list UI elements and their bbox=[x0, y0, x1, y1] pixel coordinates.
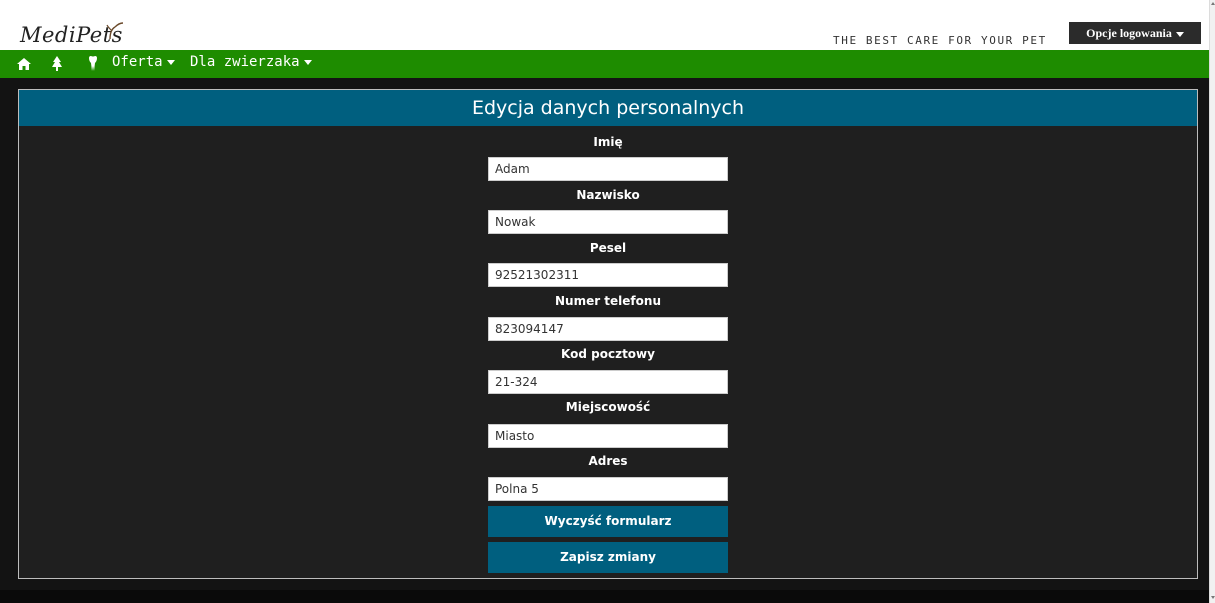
site-logo[interactable]: MediPets bbox=[20, 22, 124, 47]
postal-code-label: Kod pocztowy bbox=[561, 347, 655, 361]
phone-number-input[interactable]: 823094147 bbox=[488, 317, 728, 341]
pesel-label: Pesel bbox=[589, 241, 627, 255]
city-label: Miejscowość bbox=[565, 400, 651, 414]
city-input[interactable]: Miasto bbox=[488, 424, 728, 448]
address-input[interactable]: Polna 5 bbox=[488, 477, 728, 501]
page-footer bbox=[0, 590, 1209, 603]
nav-item-oferta-label: Oferta bbox=[112, 54, 163, 70]
nav-item-dla-zwierzaka[interactable]: Dla zwierzaka bbox=[190, 54, 312, 70]
tooth-icon[interactable] bbox=[88, 56, 98, 71]
home-icon[interactable] bbox=[17, 58, 31, 70]
first-name-label: Imię bbox=[593, 135, 623, 149]
first-name-input[interactable]: Adam bbox=[488, 157, 728, 181]
sprout-icon bbox=[106, 22, 124, 40]
site-tagline: THE BEST CARE FOR YOUR PET bbox=[833, 34, 1047, 47]
postal-code-input[interactable]: 21-324 bbox=[488, 370, 728, 394]
last-name-input[interactable]: Nowak bbox=[488, 210, 728, 234]
clear-form-button[interactable]: Wyczyść formularz bbox=[488, 506, 728, 537]
vertical-scrollbar[interactable] bbox=[1209, 0, 1215, 603]
nav-item-dla-zwierzaka-label: Dla zwierzaka bbox=[190, 54, 300, 70]
pesel-input[interactable]: 92521302311 bbox=[488, 263, 728, 287]
chevron-down-icon bbox=[1175, 31, 1184, 37]
chevron-down-icon bbox=[166, 59, 175, 65]
chevron-down-icon bbox=[303, 59, 312, 65]
last-name-label: Nazwisko bbox=[576, 188, 640, 202]
save-changes-button[interactable]: Zapisz zmiany bbox=[488, 542, 728, 573]
page-title: Edycja danych personalnych bbox=[19, 90, 1197, 126]
nav-item-oferta[interactable]: Oferta bbox=[112, 54, 175, 70]
site-header: MediPets THE BEST CARE FOR YOUR PET Opcj… bbox=[0, 10, 1209, 50]
address-label: Adres bbox=[588, 454, 628, 468]
main-navbar: Oferta Dla zwierzaka bbox=[0, 50, 1209, 78]
login-options-label: Opcje logowania bbox=[1086, 26, 1172, 40]
tree-icon[interactable] bbox=[52, 56, 62, 71]
phone-number-label: Numer telefonu bbox=[554, 294, 661, 308]
scroll-up-icon[interactable] bbox=[1211, 2, 1215, 5]
scroll-down-icon[interactable] bbox=[1211, 596, 1215, 599]
login-options-button[interactable]: Opcje logowania bbox=[1069, 22, 1201, 44]
